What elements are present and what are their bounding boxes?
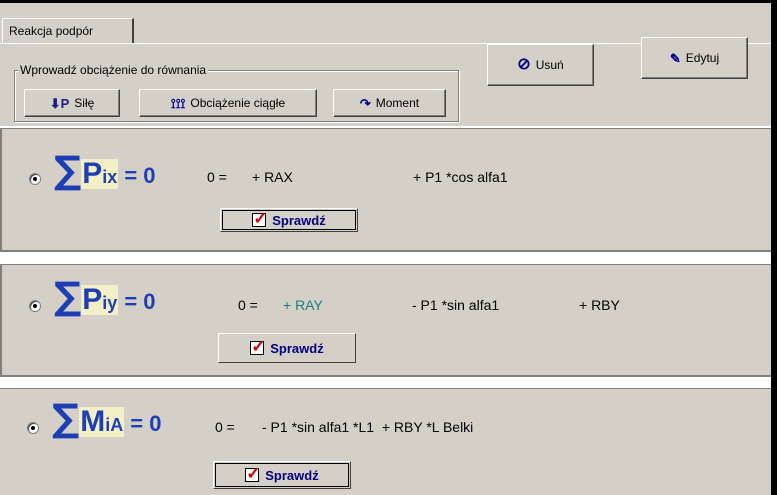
equation-term: + RAX	[252, 169, 293, 185]
tab-label: Reakcja podpór	[9, 24, 94, 38]
divider	[0, 375, 771, 377]
groupbox-title: Wprowadź obciążenie do równania	[18, 63, 209, 77]
equation-term: - P1 *sin alfa1 *L1 + RBY *L Belki	[262, 419, 474, 435]
symbol-subscript: iA	[105, 415, 124, 435]
equation-label-px: ∑ Pix = 0	[54, 151, 156, 189]
check-icon	[252, 209, 268, 229]
check-label: Sprawdź	[265, 467, 319, 483]
no-entry-icon: ⊘	[517, 56, 531, 73]
equation-panel-py: ∑ Piy = 0 0 = + RAY - P1 *sin alfa1 + RB…	[0, 264, 771, 375]
check-icon	[245, 464, 261, 484]
symbol: P	[82, 157, 103, 190]
add-moment-button[interactable]: ↷ Moment	[333, 89, 446, 117]
equation-term: - P1 *sin alfa1	[412, 297, 500, 313]
symbol-subscript: iy	[102, 293, 118, 313]
delete-label: Usuń	[535, 58, 564, 72]
equals-zero: = 0	[124, 288, 156, 314]
check-button-py[interactable]: Sprawdź	[218, 333, 356, 363]
add-moment-label: Moment	[375, 96, 420, 110]
symbol-box: Pix	[81, 157, 119, 190]
tab-reakcja-podpor[interactable]: Reakcja podpór	[2, 18, 134, 44]
sigma-icon: ∑	[54, 148, 82, 192]
equals-zero: = 0	[130, 410, 162, 436]
check-label: Sprawdź	[272, 212, 326, 228]
check-label: Sprawdź	[270, 340, 324, 356]
symbol: P	[82, 283, 103, 316]
equation-lhs: 0 =	[207, 169, 227, 185]
equation-panel-ma: ∑ MiA = 0 0 = - P1 *sin alfa1 *L1 + RBY …	[0, 388, 771, 495]
equation-term: + RBY	[579, 297, 620, 313]
add-distributed-load-button[interactable]: ⟟⟟⟟ Obciążenie ciągłe	[139, 89, 317, 117]
equation-panel-px: ∑ Pix = 0 0 = + RAX + P1 *cos alfa1 Spra…	[0, 128, 771, 250]
equation-lhs: 0 =	[238, 297, 258, 313]
symbol: M	[80, 405, 106, 438]
symbol-box: Piy	[81, 283, 119, 316]
moment-icon: ↷	[359, 95, 371, 111]
sigma-icon: ∑	[52, 396, 80, 440]
radio-py[interactable]	[29, 300, 41, 312]
equals-zero: = 0	[124, 162, 156, 188]
check-icon	[250, 337, 266, 357]
add-force-button[interactable]: ⬇P Siłę	[24, 89, 120, 117]
sigma-icon: ∑	[54, 274, 82, 318]
equation-term: + RAY	[283, 297, 323, 313]
right-border	[771, 0, 777, 495]
add-distributed-load-label: Obciążenie ciągłe	[190, 96, 286, 110]
distributed-load-icon: ⟟⟟⟟	[170, 95, 186, 111]
symbol-box: MiA	[79, 405, 125, 438]
divider	[0, 250, 771, 252]
edit-button[interactable]: ✎ Edytuj	[641, 37, 748, 79]
force-arrow-icon: ⬇P	[49, 95, 70, 111]
equation-label-py: ∑ Piy = 0	[54, 277, 156, 315]
edit-document-icon: ✎	[669, 50, 681, 66]
radio-px[interactable]	[29, 173, 41, 185]
check-button-ma[interactable]: Sprawdź	[213, 461, 351, 489]
equation-term: + P1 *cos alfa1	[413, 169, 508, 185]
window: Reakcja podpór Wprowadź obciążenie do ró…	[0, 0, 777, 495]
check-button-px[interactable]: Sprawdź	[220, 208, 358, 232]
equation-label-ma: ∑ MiA = 0	[52, 399, 161, 437]
edit-label: Edytuj	[685, 51, 720, 65]
radio-ma[interactable]	[27, 422, 39, 434]
symbol-subscript: ix	[102, 167, 118, 187]
add-force-label: Siłę	[74, 96, 95, 110]
delete-button[interactable]: ⊘ Usuń	[487, 44, 594, 86]
equation-lhs: 0 =	[215, 419, 235, 435]
